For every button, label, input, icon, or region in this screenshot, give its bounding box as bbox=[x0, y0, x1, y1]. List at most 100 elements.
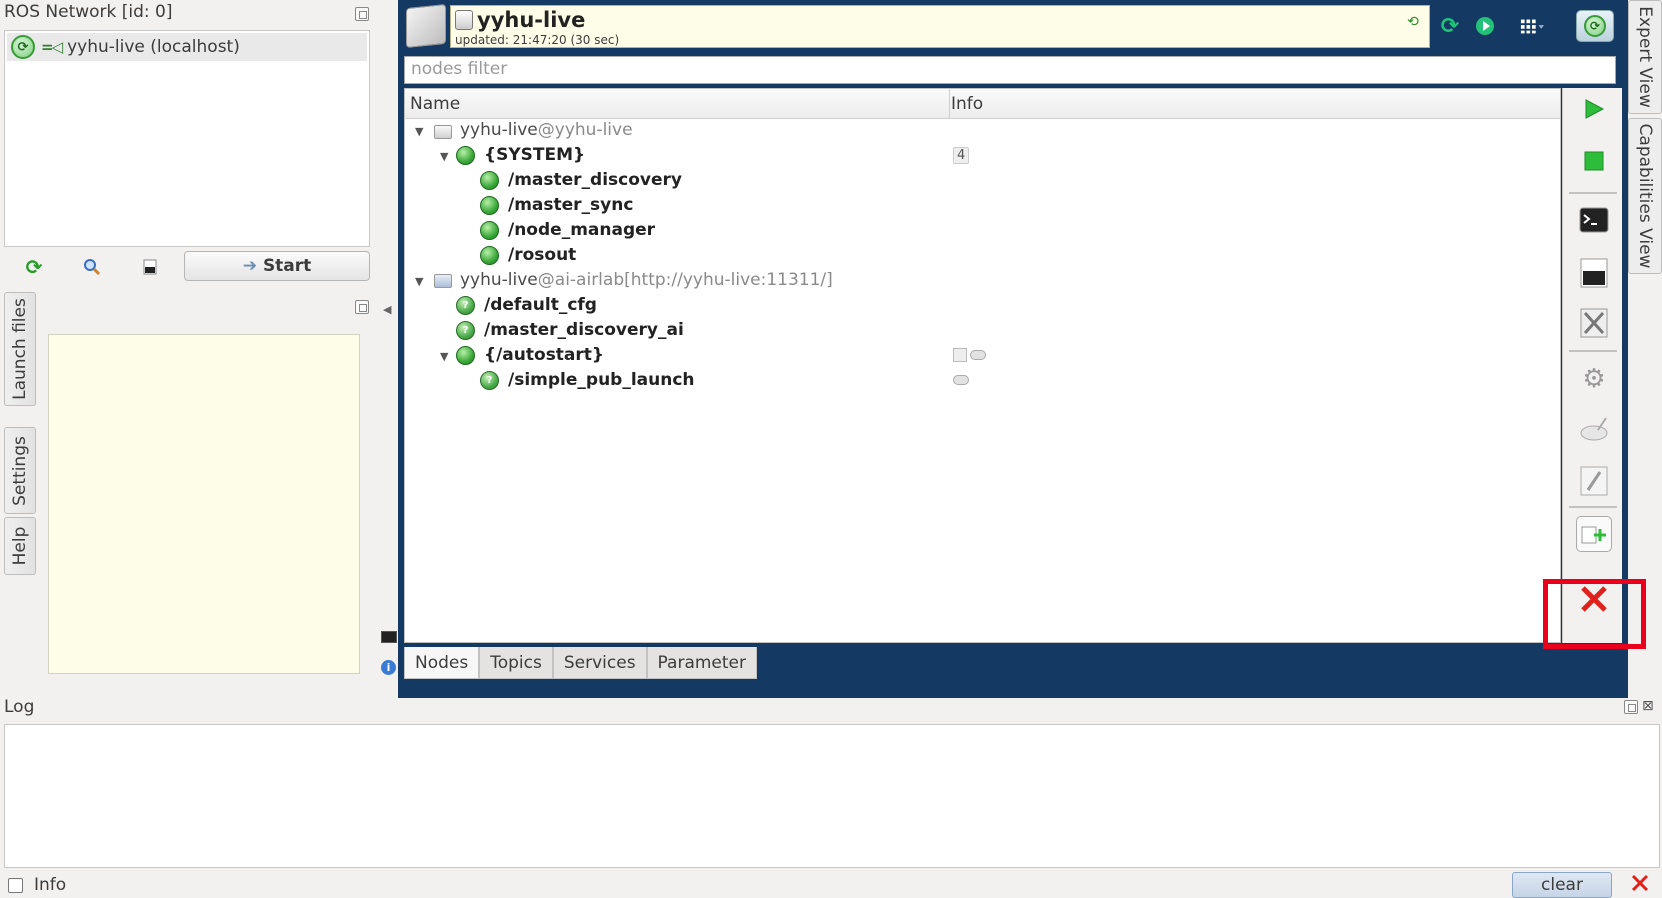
float-panel-icon[interactable] bbox=[355, 7, 369, 21]
start-node-icon[interactable] bbox=[1577, 92, 1611, 126]
tree-header: Name Info bbox=[405, 89, 1560, 119]
tree-row-host[interactable]: ▼ yyhu-live@ai-airlab[http://yyhu-live:1… bbox=[405, 269, 1560, 293]
info-checkbox-label: Info bbox=[34, 875, 67, 895]
log-output bbox=[4, 724, 1660, 868]
stop-node-icon[interactable] bbox=[1577, 144, 1611, 178]
info-checkbox[interactable] bbox=[8, 878, 23, 893]
close-log-icon[interactable] bbox=[1630, 873, 1650, 898]
column-header-info[interactable]: Info bbox=[951, 94, 983, 114]
expand-arrow-icon[interactable]: ▼ bbox=[440, 350, 448, 363]
host-info-box: yyhu-live updated: 21:47:20 (30 sec) ⟲ bbox=[450, 5, 1430, 48]
tree-row-node[interactable]: ? /simple_pub_launch bbox=[405, 369, 1560, 393]
refresh-master-icon[interactable]: ⟳ bbox=[1438, 14, 1462, 39]
description-panel bbox=[48, 334, 360, 674]
kill-screen-icon[interactable] bbox=[1577, 306, 1611, 340]
node-label: /node_manager bbox=[508, 220, 656, 240]
group-label: {SYSTEM} bbox=[484, 145, 586, 165]
node-label: /rosout bbox=[508, 245, 577, 265]
start-arrow-icon: ➔ bbox=[242, 256, 257, 276]
tab-help[interactable]: Help bbox=[4, 517, 36, 575]
play-circle-icon[interactable] bbox=[1473, 14, 1497, 38]
tree-row-node[interactable]: /rosout bbox=[405, 244, 1560, 268]
node-action-toolbar: ⚙ bbox=[1562, 88, 1622, 643]
start-label: Start bbox=[262, 256, 312, 276]
float-panel-icon[interactable] bbox=[355, 300, 369, 314]
tree-row-node[interactable]: /node_manager bbox=[405, 219, 1560, 243]
cloud-icon bbox=[953, 375, 969, 385]
log-screen-icon[interactable] bbox=[1577, 256, 1611, 290]
node-running-icon bbox=[480, 221, 499, 240]
master-list-item[interactable]: ⟳ =◁ yyhu-live (localhost) bbox=[7, 33, 367, 61]
node-question-icon: ? bbox=[456, 321, 475, 340]
tab-services[interactable]: Services bbox=[552, 647, 647, 679]
collapse-arrow-icon[interactable]: ◀ bbox=[383, 303, 391, 316]
clear-button[interactable]: clear bbox=[1512, 872, 1612, 898]
host-name: yyhu-live bbox=[460, 270, 538, 290]
tree-row-node[interactable]: ? /default_cfg bbox=[405, 294, 1560, 318]
tree-row-node[interactable]: ? /master_discovery_ai bbox=[405, 319, 1560, 343]
ros-network-title: ROS Network [id: 0] bbox=[4, 2, 173, 22]
node-question-icon: ? bbox=[456, 296, 475, 315]
host-cube-icon bbox=[406, 3, 446, 49]
host-icon bbox=[434, 125, 452, 139]
close-panel-icon[interactable]: ⊠ bbox=[1642, 698, 1654, 714]
tab-expert-view[interactable]: Expert View bbox=[1628, 0, 1662, 114]
host-title: yyhu-live bbox=[477, 8, 586, 32]
tab-nodes[interactable]: Nodes bbox=[404, 647, 480, 679]
terminal-screen-icon[interactable] bbox=[1577, 203, 1611, 237]
node-label: /master_discovery_ai bbox=[484, 320, 684, 340]
host-suffix: @yyhu-live bbox=[537, 120, 633, 140]
launch-config-icon bbox=[434, 274, 452, 288]
tab-topics[interactable]: Topics bbox=[479, 647, 553, 679]
start-button[interactable]: ➔ Start bbox=[184, 251, 370, 281]
tab-capabilities-view[interactable]: Capabilities View bbox=[1628, 118, 1662, 274]
connection-icon: =◁ bbox=[41, 38, 63, 56]
cloud-broom-icon[interactable] bbox=[1577, 412, 1611, 446]
log-controls: Info clear bbox=[4, 872, 1660, 898]
view-tabs: Nodes Topics Services Parameter bbox=[404, 647, 757, 679]
tab-settings[interactable]: Settings bbox=[4, 427, 36, 514]
node-label: /simple_pub_launch bbox=[508, 370, 695, 390]
node-label: /master_sync bbox=[508, 195, 634, 215]
node-label: /default_cfg bbox=[484, 295, 597, 315]
grid-view-icon[interactable] bbox=[1520, 14, 1544, 38]
gears-icon[interactable]: ⚙ bbox=[1577, 362, 1611, 396]
info-icon[interactable]: i bbox=[381, 660, 396, 675]
launch-toolbar: ⟳ ➔ Start bbox=[4, 251, 370, 283]
node-label: /master_discovery bbox=[508, 170, 683, 190]
node-running-icon bbox=[480, 196, 499, 215]
expand-arrow-icon[interactable]: ▼ bbox=[440, 150, 448, 163]
add-launch-button[interactable] bbox=[1576, 516, 1612, 552]
search-icon[interactable] bbox=[80, 255, 104, 279]
column-header-name[interactable]: Name bbox=[410, 94, 460, 114]
tree-row-node[interactable]: /master_discovery bbox=[405, 169, 1560, 193]
sync-icon[interactable]: ⟳ bbox=[11, 35, 35, 59]
node-question-icon: ? bbox=[480, 371, 499, 390]
node-running-icon bbox=[480, 246, 499, 265]
host-name: yyhu-live bbox=[460, 120, 538, 140]
master-list: ⟳ =◁ yyhu-live (localhost) bbox=[4, 30, 370, 247]
float-panel-icon[interactable] bbox=[1624, 700, 1638, 714]
sync-master-button[interactable]: ⟳ bbox=[1576, 10, 1614, 42]
nodes-filter-input[interactable]: nodes filter bbox=[404, 56, 1616, 84]
terminal-icon[interactable] bbox=[381, 631, 397, 643]
tree-row-group[interactable]: ▼ {SYSTEM} 4 bbox=[405, 144, 1560, 168]
info-cell: 4 bbox=[953, 147, 970, 164]
sync-icon: ⟳ bbox=[1584, 15, 1606, 37]
tab-launch-files[interactable]: Launch files bbox=[4, 292, 36, 406]
expand-arrow-icon[interactable]: ▼ bbox=[415, 125, 423, 138]
info-cell bbox=[953, 348, 986, 362]
tab-parameter[interactable]: Parameter bbox=[646, 647, 757, 679]
cloud-icon bbox=[970, 350, 986, 360]
tree-row-node[interactable]: /master_sync bbox=[405, 194, 1560, 218]
edit-document-icon[interactable] bbox=[1577, 464, 1611, 498]
refresh-icon[interactable]: ⟳ bbox=[22, 255, 46, 279]
log-title: Log bbox=[4, 697, 35, 717]
expand-arrow-icon[interactable]: ▼ bbox=[415, 275, 423, 288]
count-badge: 4 bbox=[953, 147, 970, 164]
editor-icon[interactable] bbox=[138, 255, 162, 279]
tree-row-host[interactable]: ▼ yyhu-live@yyhu-live bbox=[405, 119, 1560, 143]
tree-row-group[interactable]: ▼ {/autostart} bbox=[405, 344, 1560, 368]
sync-small-icon[interactable]: ⟲ bbox=[1401, 10, 1425, 34]
node-running-icon bbox=[480, 171, 499, 190]
